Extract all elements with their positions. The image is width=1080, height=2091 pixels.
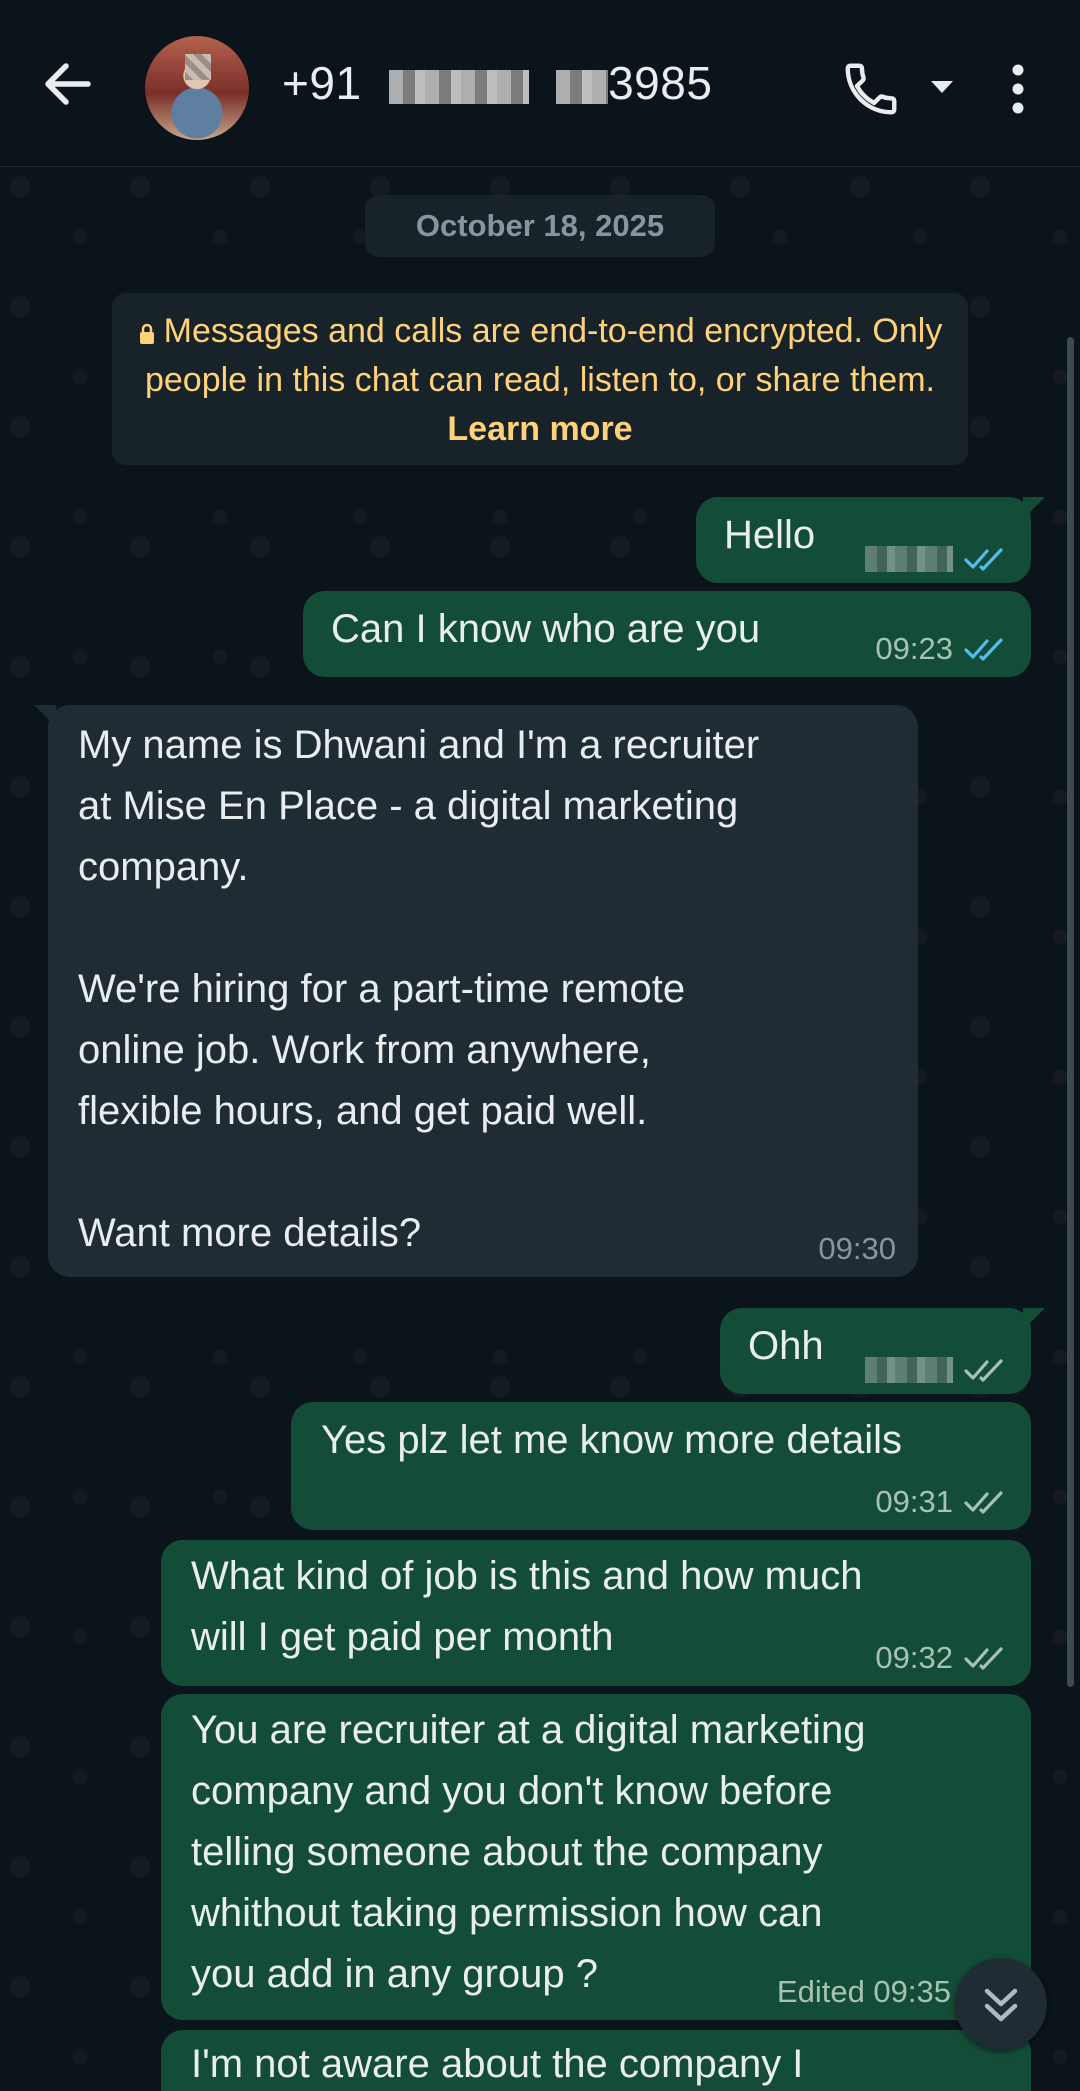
contact-name[interactable]: +91 3985 — [282, 56, 712, 110]
encryption-notice-text: Messages and calls are end-to-end encryp… — [144, 312, 943, 399]
redacted-digits — [556, 69, 609, 104]
redacted-timestamp — [865, 546, 953, 572]
message-text: My name is Dhwani and I'm a recruiter at… — [78, 723, 760, 1255]
outgoing-message[interactable]: Ohh — [720, 1308, 1045, 1394]
message-text: I'm not aware about the company I — [191, 2042, 804, 2086]
redacted-timestamp — [865, 1357, 953, 1383]
scrollbar[interactable] — [1067, 337, 1074, 1687]
message-meta: 09:30 — [818, 1231, 896, 1267]
message-text: You are recruiter at a digital marketing… — [191, 1708, 866, 1996]
call-options-dropdown-icon[interactable] — [922, 72, 962, 102]
message-list[interactable]: October 18, 2025 Messages and calls are … — [0, 167, 1080, 2091]
read-ticks-icon — [964, 638, 1003, 661]
message-meta — [865, 1356, 1009, 1384]
chat-header: +91 3985 — [0, 0, 1080, 167]
back-arrow-icon[interactable] — [36, 52, 100, 116]
message-time: 09:32 — [875, 1640, 953, 1675]
outgoing-message[interactable]: I'm not aware about the company I — [161, 2030, 1031, 2091]
voice-call-icon[interactable] — [840, 58, 902, 120]
message-meta — [865, 545, 1009, 573]
message-meta: 09:31 — [875, 1484, 1009, 1520]
delivered-ticks-icon — [964, 1491, 1003, 1514]
message-meta: 09:32 — [875, 1640, 1009, 1676]
delivered-ticks-icon — [964, 1359, 1003, 1382]
read-ticks-icon — [964, 548, 1003, 571]
delivered-ticks-icon — [964, 1647, 1003, 1670]
message-meta: 09:23 — [875, 631, 1009, 667]
message-meta: Edited 09:35 — [777, 1974, 951, 2010]
chat-screen: +91 3985 October 18, 2025 Messages and c… — [0, 0, 1080, 2091]
learn-more-link[interactable]: Learn more — [447, 410, 632, 448]
date-chip: October 18, 2025 — [365, 195, 715, 257]
redacted-digits — [388, 69, 529, 104]
outgoing-message[interactable]: Can I know who are you 09:23 — [303, 591, 1031, 677]
outgoing-message[interactable]: Hello — [696, 497, 1045, 583]
message-time: 09:30 — [818, 1231, 896, 1266]
outgoing-message[interactable]: What kind of job is this and how much wi… — [161, 1540, 1031, 1686]
outgoing-message[interactable]: Yes plz let me know more details 09:31 — [291, 1402, 1031, 1530]
double-chevron-down-icon — [984, 1988, 1018, 2022]
incoming-message[interactable]: My name is Dhwani and I'm a recruiter at… — [34, 705, 918, 1277]
message-time: 09:31 — [875, 1484, 953, 1519]
message-text: Yes plz let me know more details — [321, 1418, 903, 1462]
outgoing-message[interactable]: You are recruiter at a digital marketing… — [161, 1694, 1031, 2020]
scroll-to-bottom-button[interactable] — [955, 1958, 1047, 2050]
encryption-notice[interactable]: Messages and calls are end-to-end encryp… — [112, 293, 968, 465]
lock-icon — [138, 310, 156, 344]
contact-name-suffix: 3985 — [608, 57, 713, 109]
contact-name-prefix: +91 — [282, 57, 362, 109]
message-time: Edited 09:35 — [776, 1974, 951, 2009]
contact-avatar[interactable] — [145, 36, 249, 140]
more-options-icon[interactable] — [995, 56, 1041, 122]
message-time: 09:23 — [875, 631, 953, 666]
